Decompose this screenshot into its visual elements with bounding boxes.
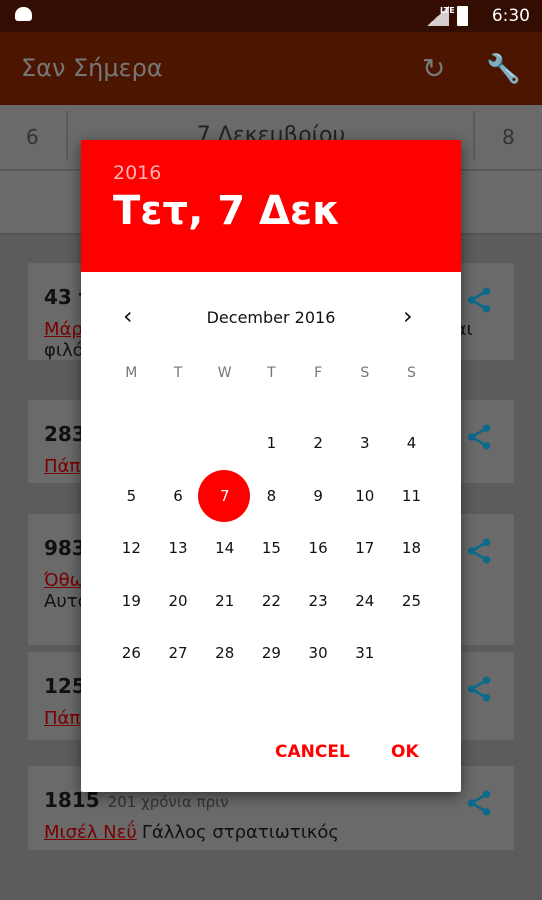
week-row: 5 6 7 8 9 10 11 xyxy=(108,469,435,523)
day-cell[interactable]: 3 xyxy=(341,417,388,470)
weekday-label: T xyxy=(173,365,183,381)
day-cell[interactable]: 29 xyxy=(248,627,295,680)
app-title: Σαν Σήμερα xyxy=(21,54,163,82)
year-selector[interactable]: 2016 xyxy=(113,162,429,184)
empty-cell xyxy=(108,417,155,470)
status-bar: LTE 6:30 xyxy=(0,0,542,32)
day-cell[interactable]: 22 xyxy=(248,575,295,628)
day-cell[interactable]: 20 xyxy=(155,575,202,628)
day-cell[interactable]: 24 xyxy=(341,575,388,628)
person-link[interactable]: Μάρ xyxy=(44,319,83,340)
weekday-label: F xyxy=(314,365,323,381)
day-cell[interactable]: 9 xyxy=(295,470,342,523)
weekday-label: S xyxy=(360,365,370,381)
event-year: 125 xyxy=(44,674,86,698)
day-cell[interactable]: 2 xyxy=(295,417,342,470)
week-row: 1234 xyxy=(108,417,435,470)
day-cell[interactable]: 12 xyxy=(108,522,155,575)
app-bar: Σαν Σήμερα ↻ 🔧 xyxy=(0,32,542,105)
day-cell[interactable]: 26 xyxy=(108,627,155,680)
day-cell[interactable]: 28 xyxy=(201,627,248,680)
day-cell[interactable]: 15 xyxy=(248,522,295,575)
day-cell[interactable]: 19 xyxy=(108,575,155,628)
chevron-right-icon[interactable]: › xyxy=(403,302,413,330)
day-cell[interactable]: 16 xyxy=(295,522,342,575)
day-cell[interactable]: 8 xyxy=(248,470,295,523)
cancel-button[interactable]: CANCEL xyxy=(275,742,350,762)
person-link[interactable]: Πάπ xyxy=(44,456,80,477)
person-link[interactable]: Όθω xyxy=(44,570,85,591)
day-cell[interactable]: 6 xyxy=(155,470,202,523)
person-link[interactable]: Μισέλ Νεΰ xyxy=(44,822,137,843)
clock: 6:30 xyxy=(491,6,530,26)
weekday-label: T xyxy=(267,365,276,381)
event-year: 283 xyxy=(44,422,86,446)
person-link[interactable]: Πάπ xyxy=(44,708,80,729)
wrench-icon[interactable]: 🔧 xyxy=(486,52,521,85)
share-icon[interactable] xyxy=(464,674,494,704)
event-year: 983 xyxy=(44,536,86,560)
selected-date: Τετ, 7 Δεκ xyxy=(113,188,341,234)
event-text: Γάλλος στρατιωτικός xyxy=(141,822,339,843)
day-cell[interactable]: 31 xyxy=(341,627,388,680)
day-cell[interactable]: 14 xyxy=(201,522,248,575)
day-cell[interactable]: 7 xyxy=(198,469,251,523)
calendar-grid: M T W T F S S 1 2 3 4 5 6 7 8 9 10 11 12 13 14 15 16 17 18 19 20 21… xyxy=(108,365,435,680)
divider xyxy=(473,111,475,161)
week-row: 12 13 14 15 16 17 18 xyxy=(108,522,435,575)
share-icon[interactable] xyxy=(464,536,494,566)
dialog-header: 2016 Τετ, 7 Δεκ xyxy=(81,140,461,272)
day-cell[interactable]: 11 xyxy=(388,470,435,523)
day-cell[interactable]: 1 xyxy=(248,417,295,470)
day-cell[interactable]: 10 xyxy=(341,470,388,523)
refresh-icon[interactable]: ↻ xyxy=(422,52,445,85)
years-ago: 201 χρόνια πριν xyxy=(107,793,229,811)
day-cell[interactable]: 13 xyxy=(155,522,202,575)
day-cell[interactable]: 25 xyxy=(388,575,435,628)
day-cell[interactable]: 23 xyxy=(295,575,342,628)
empty-cell xyxy=(155,417,202,470)
android-icon xyxy=(15,7,32,21)
day-cell[interactable]: 18 xyxy=(388,522,435,575)
day-cell[interactable]: 30 xyxy=(295,627,342,680)
share-icon[interactable] xyxy=(464,285,494,315)
battery-icon xyxy=(457,6,468,26)
weekday-label: S xyxy=(407,365,416,381)
empty-cell xyxy=(201,417,248,470)
next-day-button[interactable]: 8 xyxy=(502,125,515,149)
weekday-label: W xyxy=(217,365,232,381)
share-icon[interactable] xyxy=(464,788,494,818)
day-cell[interactable]: 4 xyxy=(388,417,435,470)
date-picker-dialog: 2016 Τετ, 7 Δεκ ‹ December 2016 › MTWTFS… xyxy=(81,140,461,792)
day-cell[interactable]: 27 xyxy=(155,627,202,680)
share-icon[interactable] xyxy=(464,422,494,452)
day-cell[interactable]: 17 xyxy=(341,522,388,575)
day-cell[interactable]: 21 xyxy=(201,575,248,628)
empty-cell xyxy=(388,627,435,680)
week-row: 19 20 21 22 23 24 25 xyxy=(108,575,435,628)
ok-button[interactable]: OK xyxy=(391,742,419,762)
week-row: 26 27 28 29 30 31 xyxy=(108,627,435,680)
weekday-label: M xyxy=(125,365,138,381)
network-type: LTE xyxy=(440,6,455,15)
day-cell[interactable]: 5 xyxy=(108,470,155,523)
